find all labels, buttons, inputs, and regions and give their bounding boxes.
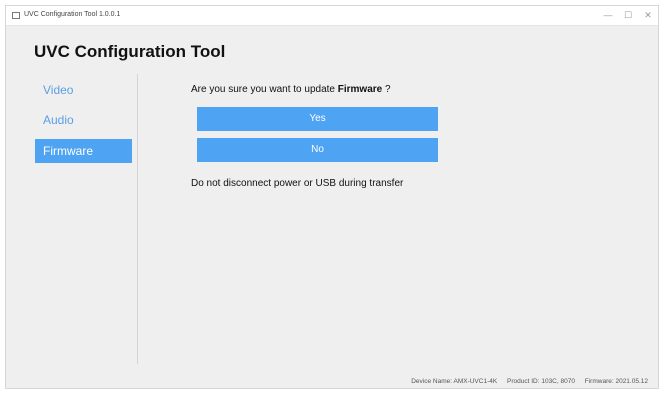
minimize-button[interactable]: — [598,8,618,23]
maximize-button[interactable]: ☐ [618,8,638,23]
prompt-text: Are you sure you want to update [191,84,335,95]
warning-text: Do not disconnect power or USB during tr… [191,178,404,189]
confirm-prompt: Are you sure you want to update Firmware… [191,84,391,95]
close-button[interactable]: ✕ [638,8,658,23]
prompt-suffix: ? [382,84,391,95]
product-id-status: Product ID: 103C, 8070 [507,378,575,385]
window-title: UVC Configuration Tool 1.0.0.1 [24,11,121,18]
sidebar-item-firmware[interactable]: Firmware [35,139,132,163]
sidebar-item-video[interactable]: Video [35,78,132,102]
app-window: UVC Configuration Tool 1.0.0.1 — ☐ ✕ UVC… [5,5,659,389]
status-bar: Device Name: AMX-UVC1-4K Product ID: 103… [403,378,648,385]
title-bar: UVC Configuration Tool 1.0.0.1 — ☐ ✕ [6,6,658,26]
prompt-target: Firmware [337,84,383,95]
device-name-status: Device Name: AMX-UVC1-4K [411,378,498,385]
firmware-version-status: Firmware: 2021.05.12 [584,378,648,385]
yes-button[interactable]: Yes [197,107,438,131]
sidebar-divider [137,74,138,364]
app-icon [12,12,20,19]
app-heading: UVC Configuration Tool [34,42,226,61]
no-button[interactable]: No [197,138,438,162]
sidebar-item-audio[interactable]: Audio [35,108,132,132]
